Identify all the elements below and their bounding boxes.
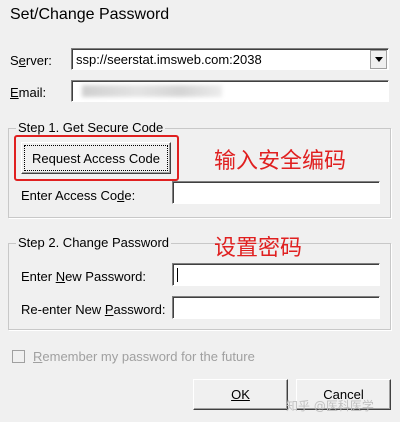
reenter-password-input[interactable] <box>172 296 380 319</box>
email-label: Email: <box>10 85 47 100</box>
step1-legend: Step 1. Get Secure Code <box>16 120 166 135</box>
access-code-label: Enter Access Code: <box>21 188 136 203</box>
chevron-down-icon <box>374 57 383 62</box>
step2-annotation: 设置密码 <box>214 236 303 261</box>
dialog-title: Set/Change Password <box>10 6 170 23</box>
text-cursor <box>177 268 178 282</box>
remember-label: Remember my password for the future <box>33 349 255 364</box>
access-code-input[interactable] <box>172 181 380 204</box>
reenter-password-label: Re-enter New Password: <box>21 302 166 317</box>
ok-button[interactable]: OK <box>193 379 288 410</box>
remember-checkbox[interactable] <box>12 350 25 363</box>
redacted-email <box>82 85 222 97</box>
email-field[interactable] <box>71 80 389 102</box>
server-label: Server: <box>10 53 52 68</box>
server-combobox[interactable]: ssp://seerstat.imsweb.com:2038 <box>71 48 389 70</box>
request-access-code-button[interactable]: Request Access Code <box>21 142 171 174</box>
step2-legend: Step 2. Change Password <box>16 235 172 250</box>
new-password-input[interactable] <box>172 263 380 286</box>
server-value: ssp://seerstat.imsweb.com:2038 <box>76 52 262 67</box>
step1-annotation: 输入安全编码 <box>214 149 347 174</box>
watermark: 知乎 @医科医学 <box>286 399 374 413</box>
new-password-label: Enter New Password: <box>21 269 146 284</box>
server-dropdown-button[interactable] <box>370 50 387 69</box>
